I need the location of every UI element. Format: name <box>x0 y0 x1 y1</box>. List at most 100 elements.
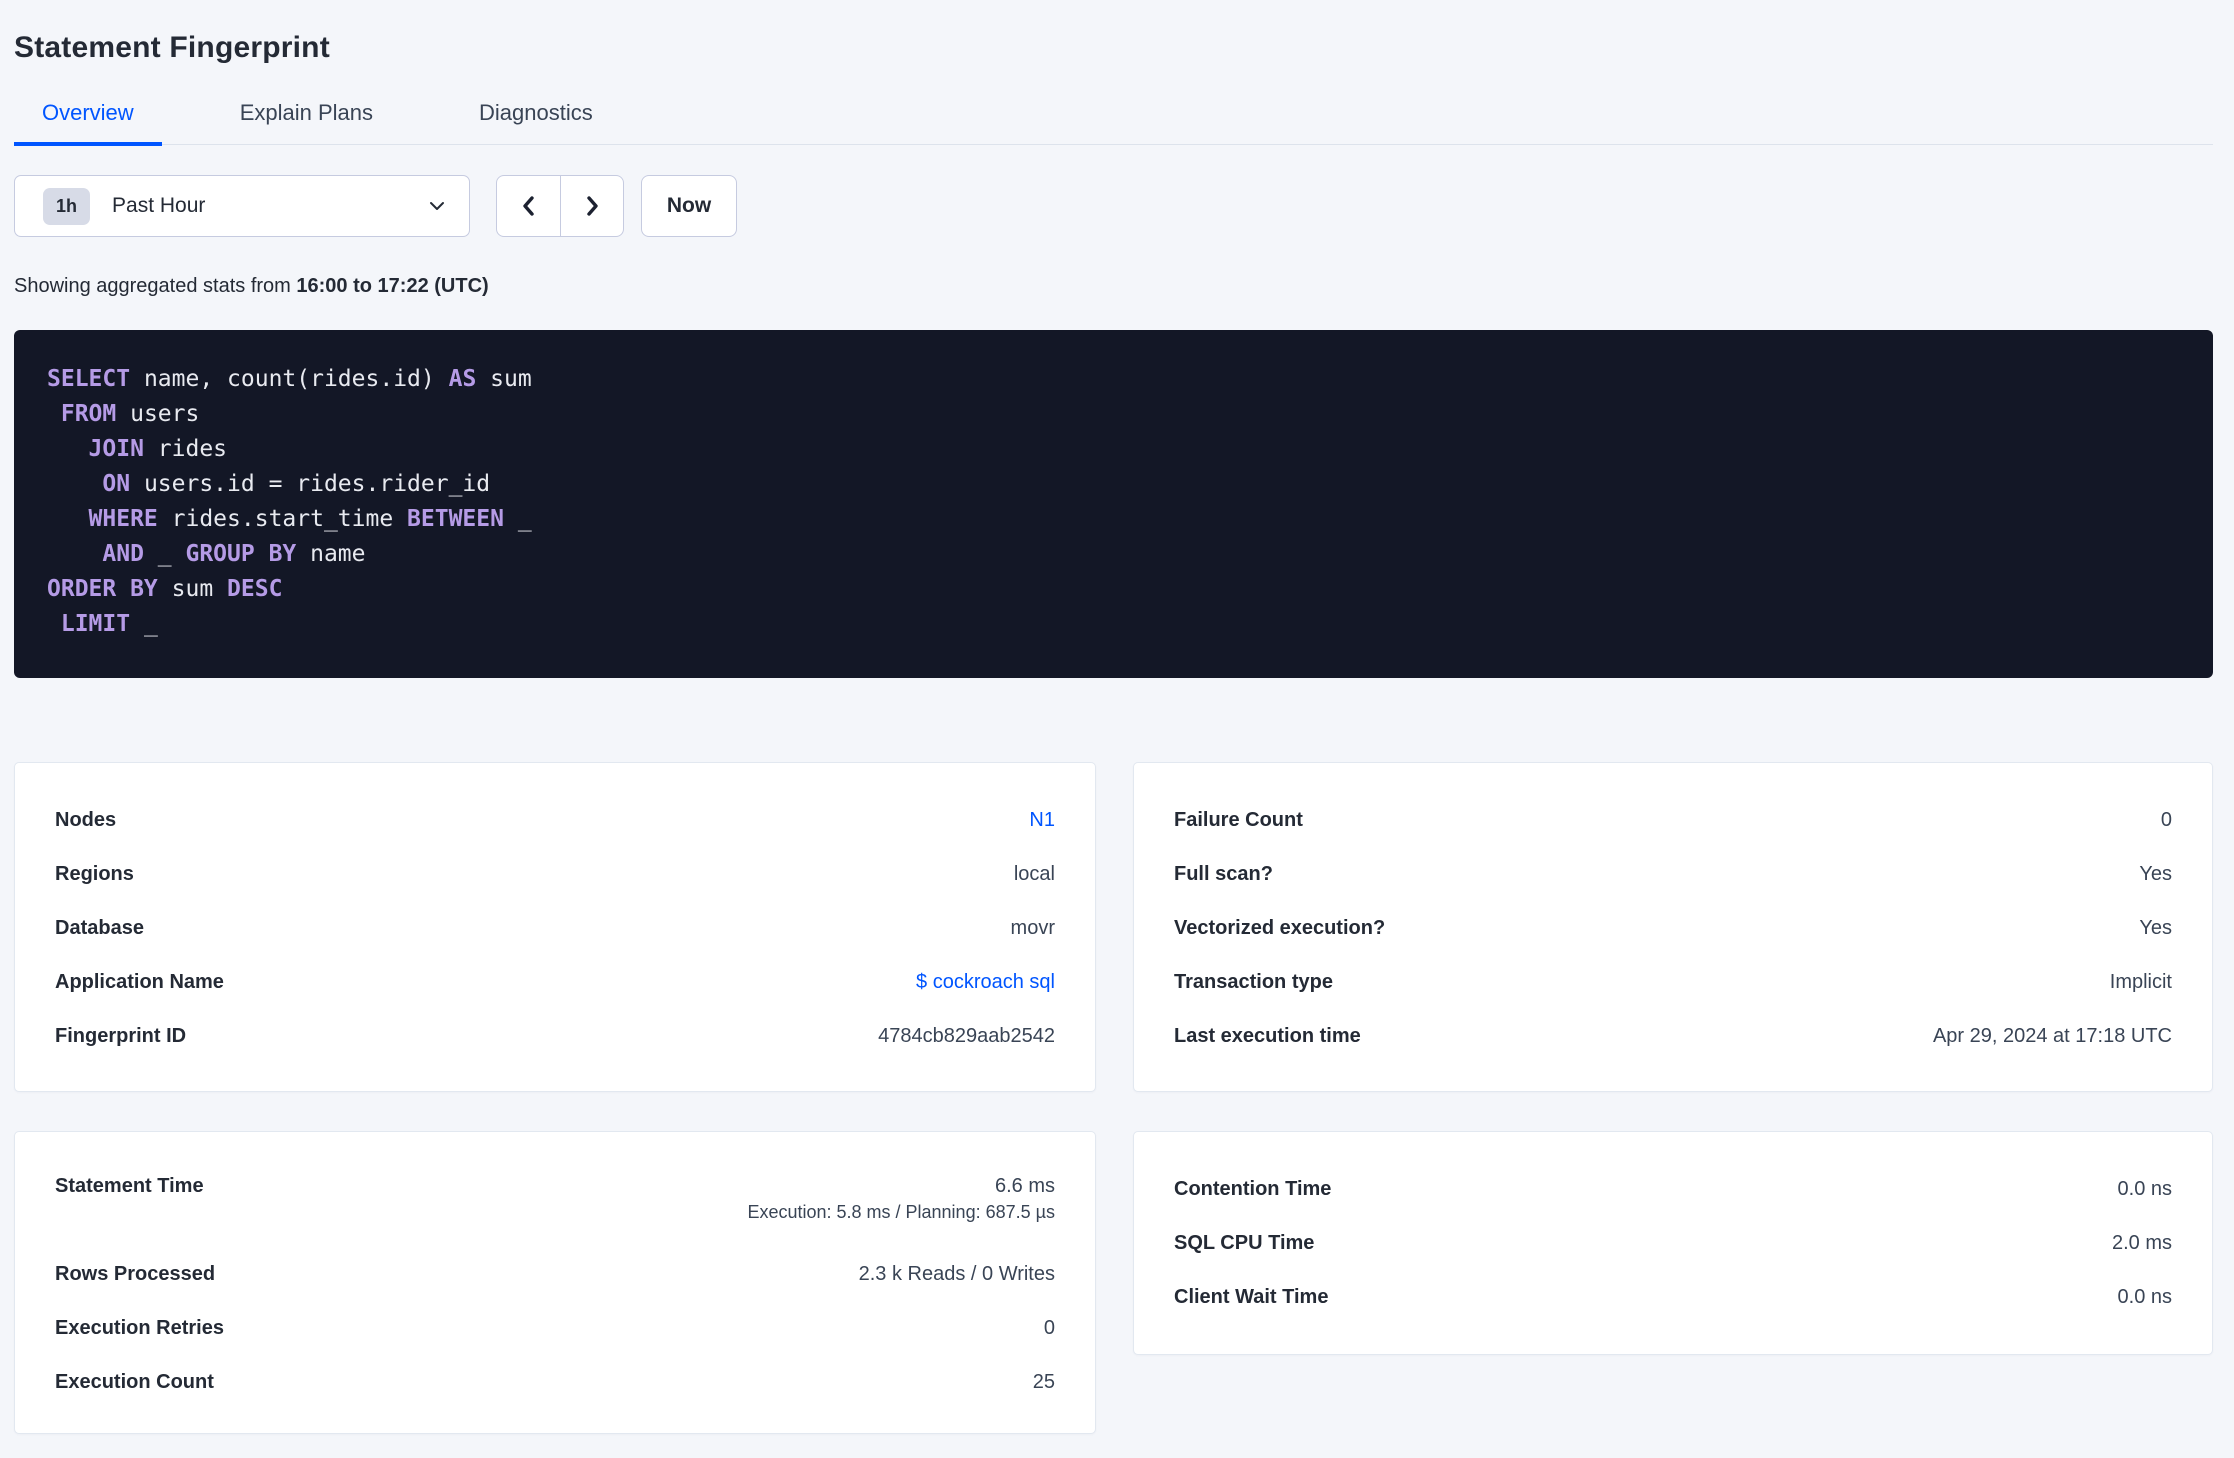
row-value-link[interactable]: $ cockroach sql <box>916 971 1055 994</box>
summary-row: Transaction type Implicit <box>1174 955 2172 1009</box>
statement-fingerprint-page: Statement Fingerprint Overview Explain Pl… <box>0 0 2234 1458</box>
summary-row: Client Wait Time 0.0 ns <box>1174 1270 2172 1324</box>
summary-row: SQL CPU Time 2.0 ms <box>1174 1216 2172 1270</box>
time-toolbar: 1h Past Hour Now <box>14 175 2213 237</box>
row-value-wrap: Apr 29, 2024 at 17:18 UTC <box>1933 1025 2172 1048</box>
tab-bar: Overview Explain Plans Diagnostics <box>14 92 2213 146</box>
sql-text: _ <box>503 506 532 532</box>
row-label: Execution Count <box>55 1370 214 1393</box>
sql-text: rides <box>143 436 228 462</box>
row-value-wrap: local <box>1014 863 1055 886</box>
time-range-picker[interactable]: 1h Past Hour <box>14 175 470 237</box>
stats-caption: Showing aggregated stats from 16:00 to 1… <box>14 275 2213 298</box>
chevron-right-icon <box>580 194 604 218</box>
time-range-label: Past Hour <box>112 194 206 217</box>
row-value: 25 <box>1032 1370 1055 1393</box>
sql-keyword: AS <box>448 366 477 392</box>
stats-caption-range: 16:00 to 17:22 (UTC) <box>296 275 489 297</box>
summary-row: Failure Count 0 <box>1174 793 2172 847</box>
sql-text: users.id = rides.rider_id <box>130 471 491 497</box>
row-label: Last execution time <box>1174 1024 1361 1047</box>
summary-row: Full scan? Yes <box>1174 847 2172 901</box>
row-value: 6.6 ms <box>994 1175 1055 1197</box>
row-label: Fingerprint ID <box>55 1024 187 1047</box>
sql-line: SELECT name, count(rides.id) AS sum <box>47 362 2181 397</box>
time-step-buttons <box>496 175 624 237</box>
row-label: Rows Processed <box>55 1262 216 1285</box>
statement-details-card: Nodes N1 Regions local Database movr Applicati… <box>14 762 1096 1092</box>
summary-row: Last execution time Apr 29, 2024 at 17:18… <box>1174 1009 2172 1063</box>
time-range-badge: 1h <box>43 187 91 225</box>
row-label: Execution Retries <box>55 1316 224 1339</box>
now-button[interactable]: Now <box>641 175 737 237</box>
row-label: Client Wait Time <box>1174 1285 1329 1308</box>
row-value-wrap: 0 <box>2161 809 2172 832</box>
chevron-left-icon <box>517 194 541 218</box>
summary-row: Application Name $ cockroach sql <box>55 955 1055 1009</box>
prev-time-button[interactable] <box>497 176 560 236</box>
sql-line: AND _ GROUP BY name <box>47 537 2181 572</box>
row-label: Database <box>55 916 144 939</box>
stats-caption-prefix: Showing aggregated stats from <box>14 275 297 297</box>
next-time-button[interactable] <box>560 176 623 236</box>
row-value: Implicit <box>2109 970 2172 993</box>
sql-text: sum <box>476 366 532 392</box>
row-value-wrap: 2.3 k Reads / 0 Writes <box>859 1263 1055 1286</box>
row-label: SQL CPU Time <box>1174 1231 1315 1254</box>
page-title: Statement Fingerprint <box>14 31 330 64</box>
sql-keyword: AND <box>102 541 144 567</box>
sql-keyword: ORDER BY <box>47 576 158 602</box>
statement-stats-card: Statement Time 6.6 ms Execution: 5.8 ms / … <box>14 1131 1096 1434</box>
row-value-link[interactable]: N1 <box>1029 809 1055 832</box>
sql-keyword: GROUP BY <box>185 541 297 567</box>
row-label: Full scan? <box>1174 862 1273 885</box>
sql-keyword: FROM <box>60 401 117 427</box>
tab-overview[interactable]: Overview <box>14 92 162 146</box>
row-value-wrap: Implicit <box>2110 971 2172 994</box>
sql-keyword: ON <box>102 471 131 497</box>
row-value-wrap: 2.0 ms <box>2112 1232 2172 1255</box>
row-value-wrap: Yes <box>2139 917 2172 940</box>
row-label: Nodes <box>55 808 117 831</box>
sql-keyword: JOIN <box>88 436 144 462</box>
row-value-wrap: movr <box>1011 917 1055 940</box>
sql-text: name <box>296 541 366 567</box>
row-value-wrap: N1 <box>1029 809 1055 832</box>
row-label: Vectorized execution? <box>1174 916 1386 939</box>
row-value: Yes <box>2139 916 2172 939</box>
sql-statement-box: SELECT name, count(rides.id) AS sum FROM… <box>14 330 2213 678</box>
sql-line: ORDER BY sum DESC <box>47 572 2181 607</box>
row-value-wrap: 25 <box>1033 1371 1055 1394</box>
row-value: 0.0 ns <box>2117 1177 2172 1200</box>
summary-row: Statement Time 6.6 ms Execution: 5.8 ms / … <box>55 1162 1055 1247</box>
row-value: Yes <box>2139 862 2172 885</box>
row-value: 0.0 ns <box>2117 1285 2172 1308</box>
summary-row: Execution Retries 0 <box>55 1301 1055 1355</box>
sql-keyword: DESC <box>227 576 283 602</box>
sql-text: users <box>116 401 200 427</box>
row-label: Regions <box>55 862 134 885</box>
row-label: Failure Count <box>1174 808 1303 831</box>
summary-row: Rows Processed 2.3 k Reads / 0 Writes <box>55 1247 1055 1301</box>
sql-keyword: WHERE <box>88 506 158 532</box>
row-value: 4784cb829aab2542 <box>878 1024 1055 1047</box>
row-value: movr <box>1010 916 1055 939</box>
row-value: 0 <box>1043 1316 1055 1339</box>
sql-text: rides.start_time <box>157 506 408 532</box>
sql-keyword: LIMIT <box>60 611 131 637</box>
row-label: Contention Time <box>1174 1177 1332 1200</box>
tab-explain-plans[interactable]: Explain Plans <box>212 92 401 146</box>
row-subvalue: Execution: 5.8 ms / Planning: 687.5 µs <box>747 1202 1055 1222</box>
row-value: local <box>1013 862 1055 885</box>
sql-line: FROM users <box>47 397 2181 432</box>
time-stats-card: Contention Time 0.0 ns SQL CPU Time 2.0 ms C… <box>1133 1131 2213 1355</box>
summary-row: Execution Count 25 <box>55 1355 1055 1409</box>
row-value-wrap: 4784cb829aab2542 <box>878 1025 1055 1048</box>
row-value-wrap: 0 <box>1044 1317 1055 1340</box>
tab-diagnostics[interactable]: Diagnostics <box>451 92 621 146</box>
execution-attributes-card: Failure Count 0 Full scan? Yes Vectorized ex… <box>1133 762 2213 1092</box>
